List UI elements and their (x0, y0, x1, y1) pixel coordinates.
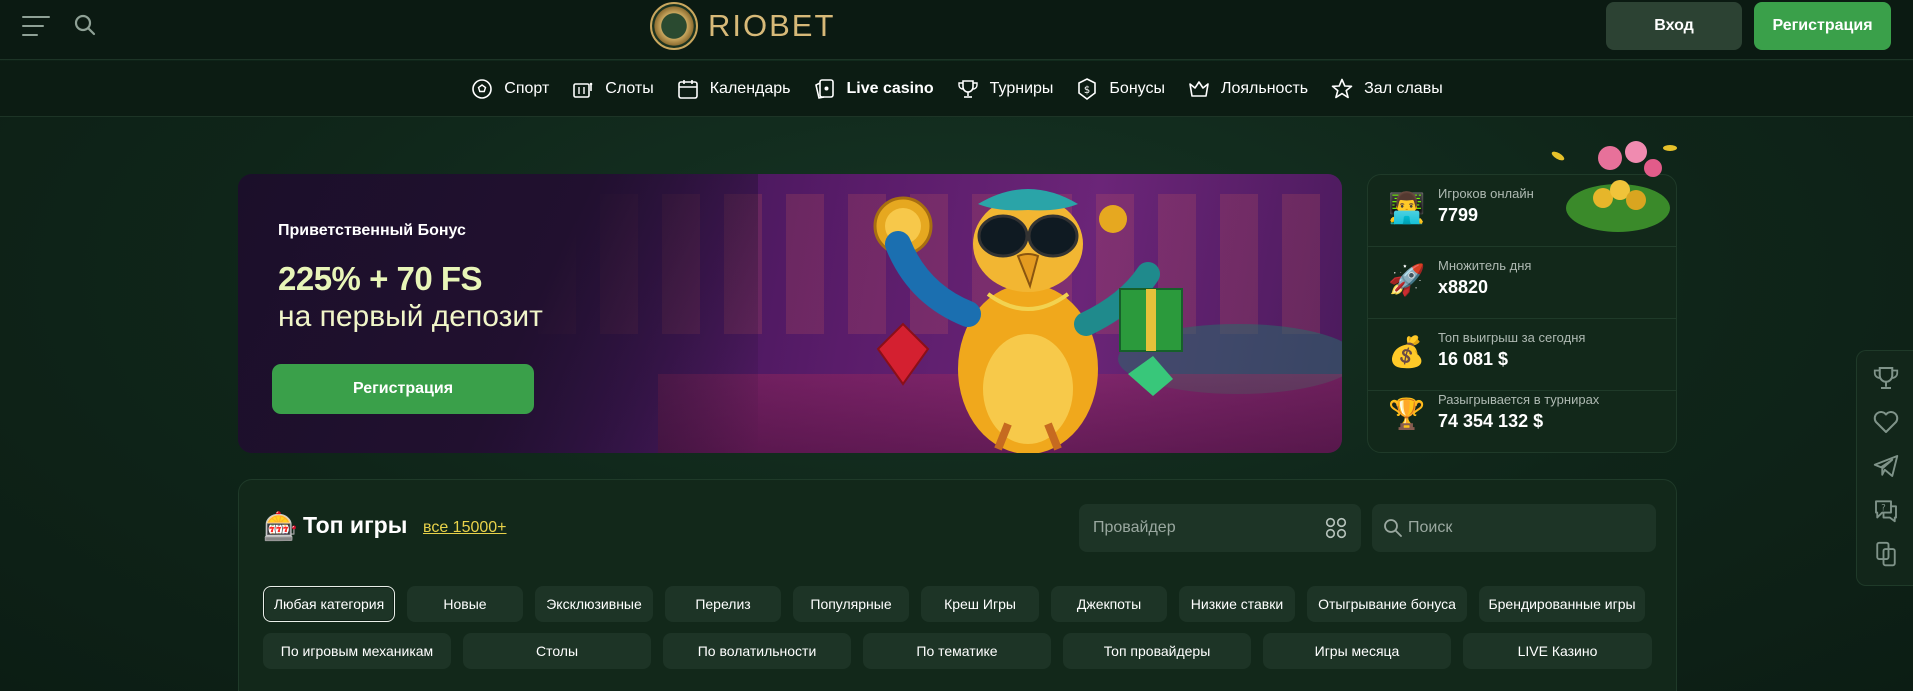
category-chip-mechanics[interactable]: По игровым механикам (263, 633, 451, 669)
nav-label: Слоты (605, 79, 654, 97)
cards-icon (814, 78, 834, 99)
stat-label: Топ выигрыш за сегодня (1438, 330, 1586, 345)
stat-daily-multiplier: 🚀 Множитель дня x8820 (1368, 247, 1676, 319)
svg-text:$: $ (1084, 85, 1090, 96)
stat-value: 7799 (1438, 205, 1479, 225)
category-chip-games-of-month[interactable]: Игры месяца (1263, 633, 1451, 669)
nav-item-loyalty[interactable]: Лояльность (1187, 77, 1308, 101)
nav-label: Лояльность (1220, 79, 1309, 97)
search-icon[interactable] (72, 12, 98, 38)
nav-label: Спорт (504, 79, 550, 97)
nav-label: Турниры (989, 79, 1054, 97)
category-chip-volatility[interactable]: По волатильности (663, 633, 851, 669)
nav-item-bonuses[interactable]: $ Бонусы (1075, 77, 1165, 101)
stat-label: Множитель дня (1438, 258, 1532, 273)
category-chip-popular[interactable]: Популярные (793, 586, 909, 622)
app-icon[interactable] (1871, 539, 1901, 569)
rocket-icon: 🚀 (1388, 264, 1426, 297)
trophy-icon (957, 79, 978, 98)
banner-title: 225% + 70 FS (278, 260, 483, 297)
logo[interactable]: RIOBET (650, 1, 835, 51)
telegram-icon[interactable] (1871, 451, 1901, 481)
logo-mark-icon (650, 2, 698, 50)
nav-item-tournaments[interactable]: Турниры (956, 77, 1054, 101)
nav-label: Бонусы (1109, 79, 1165, 97)
top-bar: RIOBET Вход Регистрация (0, 0, 1913, 60)
grid-icon (1325, 517, 1347, 539)
search-icon (1384, 519, 1402, 537)
nav-item-live-casino[interactable]: Live casino (813, 77, 934, 101)
search-input[interactable] (1408, 504, 1648, 552)
category-chip-themes[interactable]: По тематике (863, 633, 1051, 669)
stat-tournament-prize: 🏆 Разыгрывается в турнирах 74 354 132 $ (1368, 381, 1676, 453)
trophy-icon[interactable] (1871, 363, 1901, 393)
parrot-mascot-image (873, 189, 1183, 453)
provider-placeholder: Провайдер (1093, 519, 1176, 536)
category-chip-low-stakes[interactable]: Низкие ставки (1179, 586, 1295, 622)
star-icon (1331, 78, 1353, 98)
coin-icon: $ (1078, 77, 1097, 100)
calendar-icon (677, 79, 698, 99)
stat-value: x8820 (1438, 277, 1489, 297)
slot-machine-icon: 🎰 (263, 511, 298, 542)
banner-register-button[interactable]: Регистрация (272, 364, 534, 414)
nav-item-calendar[interactable]: Календарь (676, 77, 791, 101)
money-bag-icon: 💰 (1388, 336, 1426, 369)
category-chip-top-providers[interactable]: Топ провайдеры (1063, 633, 1251, 669)
banner-subtitle: Приветственный Бонус (278, 222, 466, 239)
svg-text:?: ? (1881, 504, 1886, 514)
main-nav: Спорт Слоты Календарь Live casino Турнир… (0, 61, 1913, 117)
category-chip-live-casino[interactable]: LIVE Казино (1463, 633, 1652, 669)
category-chip-branded[interactable]: Брендированные игры (1479, 586, 1645, 622)
trophy-icon: 🏆 (1388, 398, 1426, 431)
logo-text: RIOBET (708, 8, 836, 43)
promo-banner[interactable]: Приветственный Бонус 225% + 70 FS на пер… (238, 174, 1342, 453)
nav-item-hall-of-fame[interactable]: Зал славы (1330, 77, 1443, 101)
stat-value: 74 354 132 $ (1438, 411, 1544, 431)
side-toolbar: ? (1856, 350, 1913, 586)
register-button[interactable]: Регистрация (1754, 2, 1891, 50)
nav-label: Календарь (709, 79, 791, 97)
nav-label: Зал славы (1364, 79, 1443, 97)
category-chips-row-2: По игровым механикам Столы По волатильно… (263, 633, 1652, 669)
category-chip-exclusive[interactable]: Эксклюзивные (535, 586, 653, 622)
stat-value: 16 081 $ (1438, 349, 1509, 369)
category-chip-tables[interactable]: Столы (463, 633, 651, 669)
section-title: Топ игры (303, 512, 408, 538)
nav-label: Live casino (846, 79, 934, 97)
game-search (1372, 504, 1656, 552)
top-games-section: 🎰 Топ игры все 15000+ Провайдер Любая ка… (238, 479, 1677, 691)
stat-label: Разыгрывается в турнирах (1438, 392, 1600, 407)
login-button[interactable]: Вход (1606, 2, 1742, 50)
nav-item-slots[interactable]: Слоты (571, 77, 654, 101)
category-chips-row-1: Любая категория Новые Эксклюзивные Перел… (263, 586, 1645, 622)
page: RIOBET Вход Регистрация Спорт Слоты Кале… (0, 0, 1913, 691)
menu-icon[interactable] (22, 14, 50, 38)
category-chip-prerelease[interactable]: Перелиз (665, 586, 781, 622)
all-games-link[interactable]: все 15000+ (423, 519, 507, 537)
coins-flowers-decoration-image (1551, 141, 1677, 232)
nav-item-sport[interactable]: Спорт (470, 77, 549, 101)
category-chip-jackpots[interactable]: Джекпоты (1051, 586, 1167, 622)
soccer-ball-icon (472, 78, 493, 99)
provider-select[interactable]: Провайдер (1079, 504, 1361, 552)
stat-label: Игроков онлайн (1438, 186, 1534, 201)
category-chip-crash[interactable]: Креш Игры (921, 586, 1039, 622)
heart-icon[interactable] (1871, 407, 1901, 437)
slot-machine-icon (573, 82, 593, 98)
category-chip-bonus-wagering[interactable]: Отыгрывание бонуса (1307, 586, 1467, 622)
support-chat-icon[interactable]: ? (1871, 495, 1901, 525)
category-chip-any[interactable]: Любая категория (263, 586, 395, 622)
crown-icon (1189, 80, 1209, 97)
player-icon: 👨‍💻 (1388, 192, 1426, 225)
banner-title-second-line: на первый депозит (278, 300, 543, 333)
category-chip-new[interactable]: Новые (407, 586, 523, 622)
